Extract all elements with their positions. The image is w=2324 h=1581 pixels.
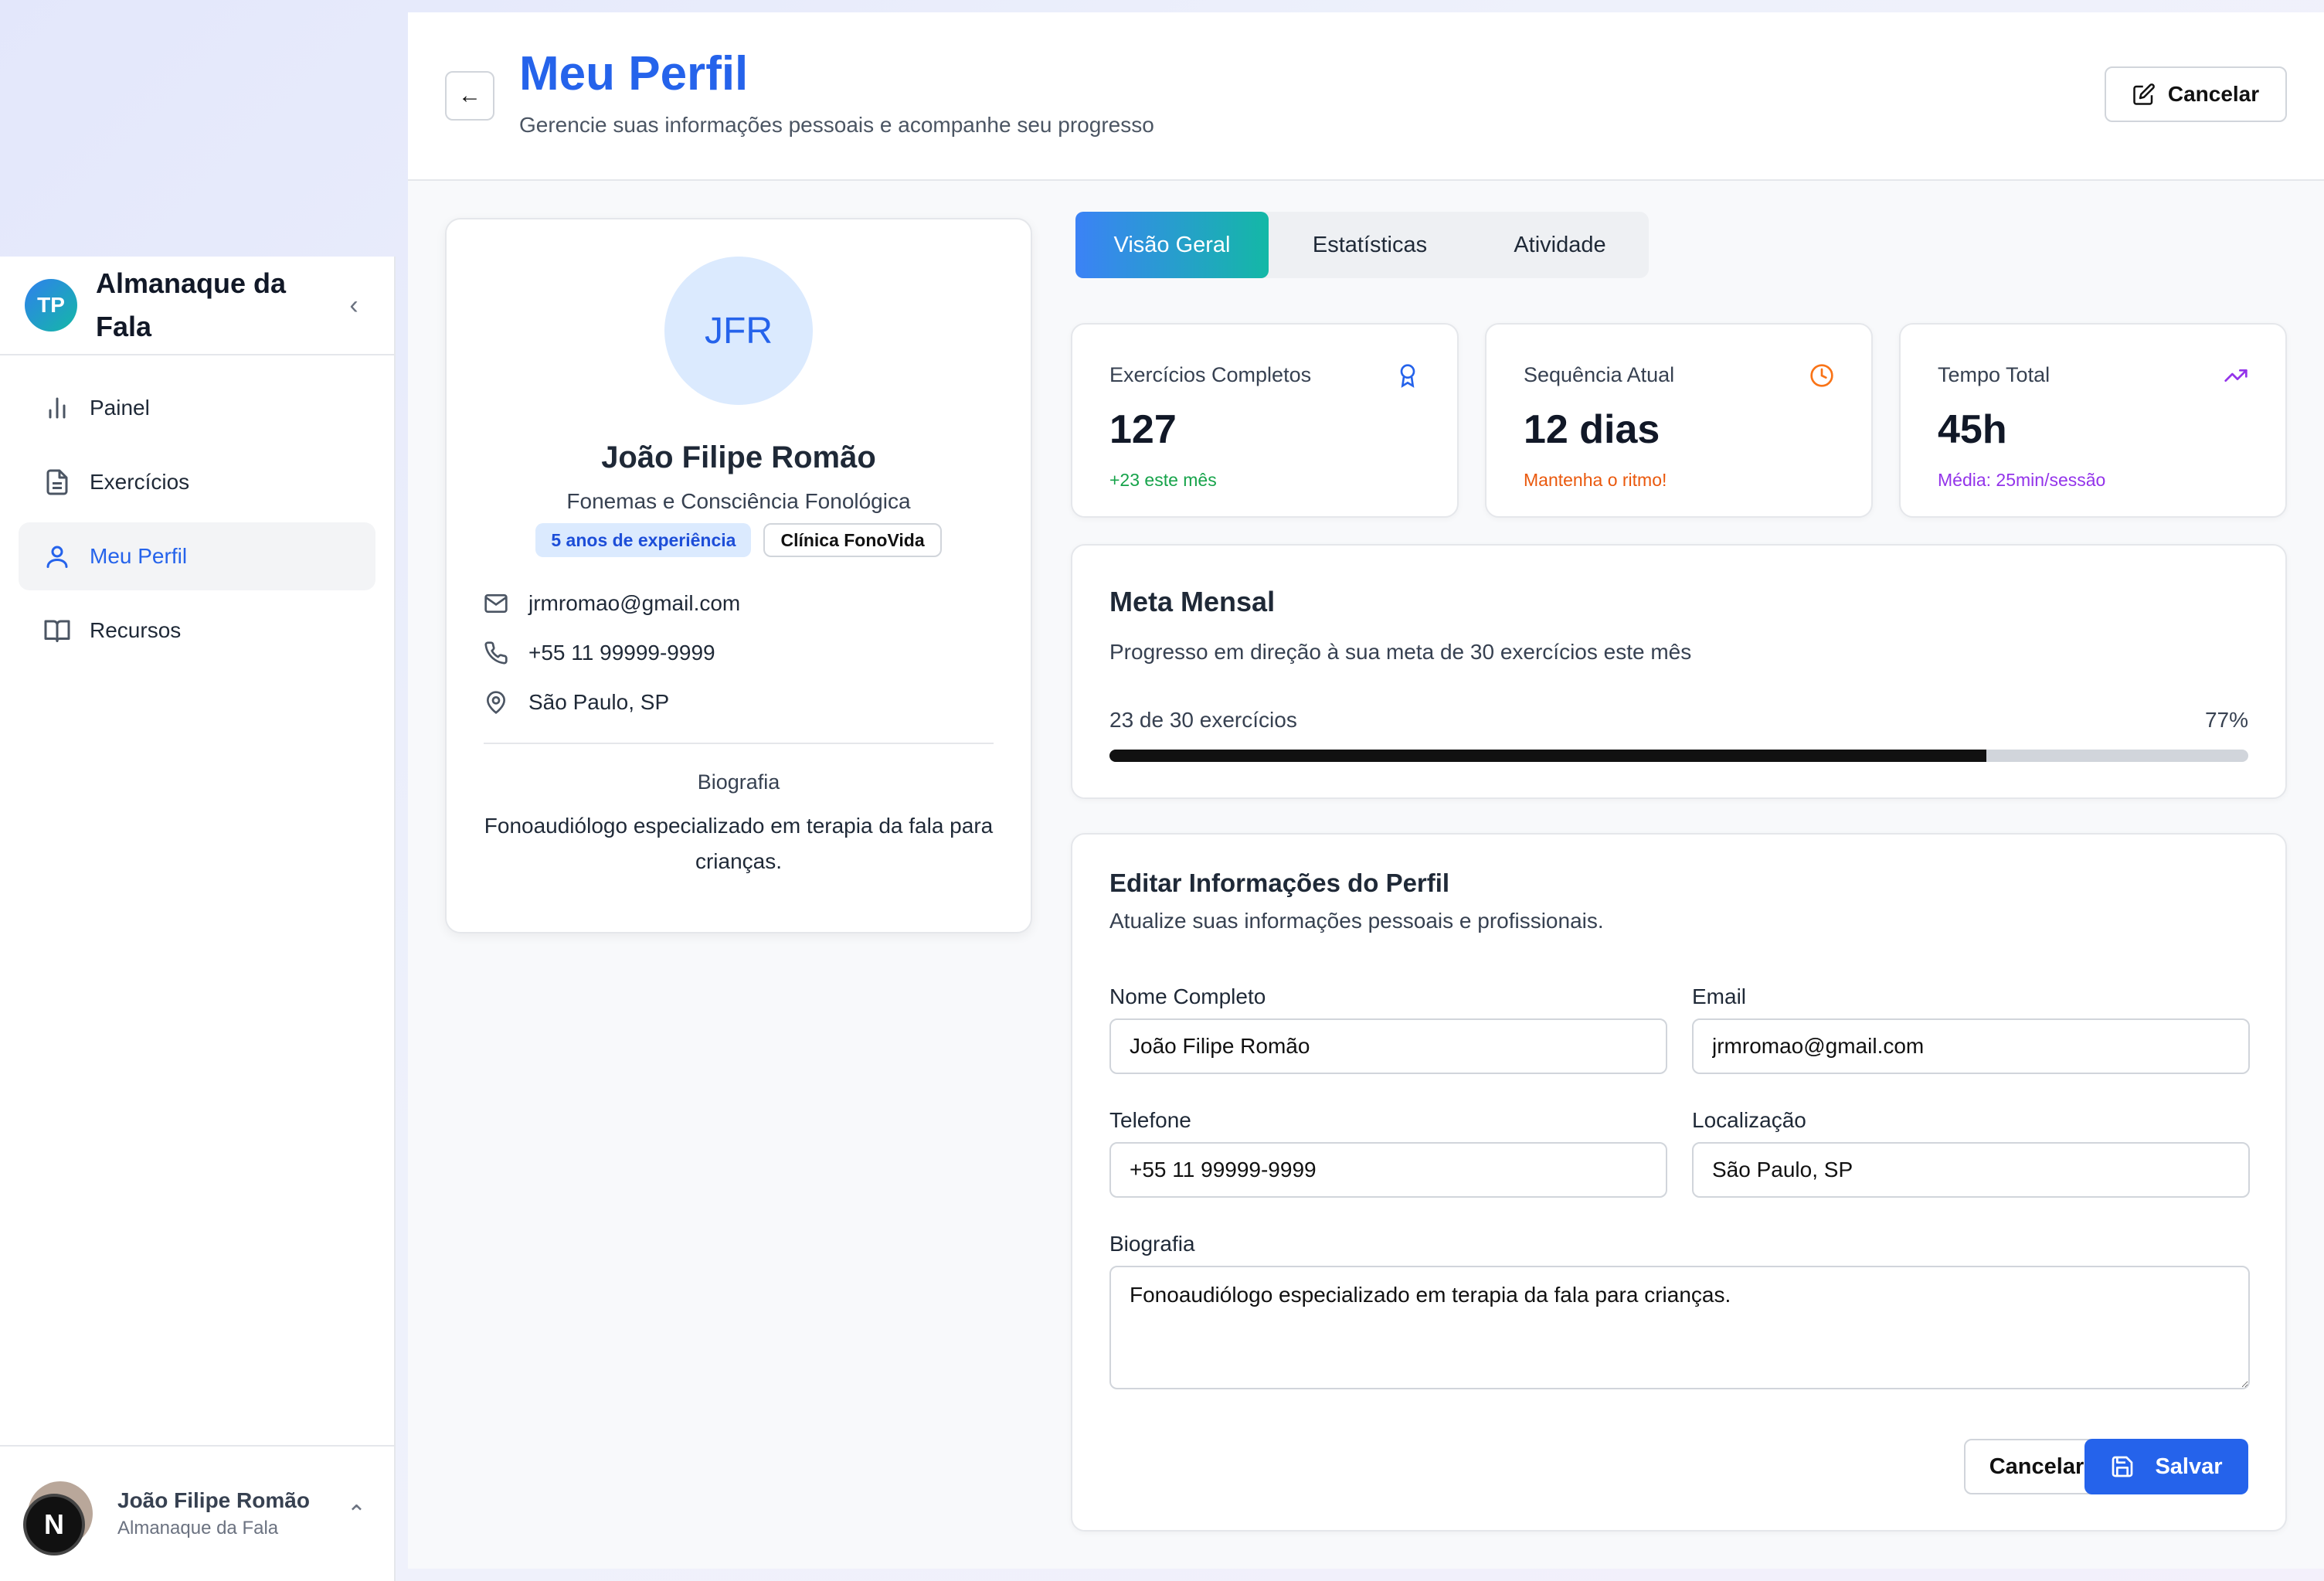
sidebar-header: TP Almanaque da Fala ‹ xyxy=(0,257,394,355)
header-cancel-label: Cancelar xyxy=(2167,82,2260,106)
sidebar-item-label: Exercícios xyxy=(90,470,190,494)
save-button[interactable]: Salvar xyxy=(2084,1439,2248,1494)
award-icon xyxy=(1400,364,1415,388)
stat-value: 45h xyxy=(1938,407,2007,452)
main-area: ← Meu Perfil Gerencie suas informações p… xyxy=(408,12,2324,1569)
bio-text: Fonoaudiólogo especializado em terapia d… xyxy=(484,814,994,873)
page-content: JFR João Filipe Romão Fonemas e Consciên… xyxy=(408,181,2324,1569)
stat-value: 127 xyxy=(1109,407,1177,452)
sidebar-item-meu-perfil[interactable]: Meu Perfil xyxy=(19,522,375,590)
name-field[interactable] xyxy=(1109,1018,1667,1074)
divider xyxy=(484,743,994,744)
stat-note: +23 este mês xyxy=(1109,470,1217,490)
profile-avatar: JFR xyxy=(664,257,813,405)
sidebar-nav: Painel Exercícios Meu Perfil Recursos xyxy=(0,355,394,665)
document-icon xyxy=(46,469,68,495)
goal-progress-bar xyxy=(1109,750,2248,762)
sidebar-item-painel[interactable]: Painel xyxy=(19,374,375,442)
app-logo: TP xyxy=(25,279,77,332)
contact-phone-text: +55 11 99999-9999 xyxy=(528,641,715,665)
sidebar-item-label: Painel xyxy=(90,396,150,420)
sidebar-item-exercicios[interactable]: Exercícios xyxy=(19,448,375,516)
user-info: João Filipe Romão Almanaque da Fala xyxy=(117,1488,310,1539)
map-pin-icon xyxy=(486,691,506,715)
sidebar-item-label: Recursos xyxy=(90,618,182,642)
stat-note: Mantenha o ritmo! xyxy=(1524,470,1667,490)
location-field[interactable] xyxy=(1692,1142,2250,1198)
avatar: N xyxy=(23,1481,93,1556)
app-name: Almanaque da Fala xyxy=(96,267,287,342)
goal-progress-fill xyxy=(1109,750,1986,762)
name-label: Nome Completo xyxy=(1109,984,1266,1008)
user-icon xyxy=(46,546,68,568)
profile-badges: 5 anos de experiência Clínica FonoVida xyxy=(447,523,1031,557)
bio-label: Biografia xyxy=(697,770,780,794)
location-label: Localização xyxy=(1692,1108,1806,1132)
phone-label: Telefone xyxy=(1109,1108,1191,1132)
contact-email-text: jrmromao@gmail.com xyxy=(528,591,741,615)
goal-count: 23 de 30 exercícios xyxy=(1109,708,1297,732)
user-menu[interactable]: N João Filipe Romão Almanaque da Fala ⌃ xyxy=(0,1445,394,1581)
stat-title: Sequência Atual xyxy=(1524,363,1675,386)
phone-field[interactable] xyxy=(1109,1142,1667,1198)
bio-field[interactable]: Fonoaudiólogo especializado em terapia d… xyxy=(1109,1266,2250,1389)
goal-percent: 77% xyxy=(2204,708,2248,732)
stat-card-exercicios: Exercícios Completos 127 +23 este mês xyxy=(1071,323,1459,518)
arrow-left-icon: ← xyxy=(458,83,481,108)
next-badge[interactable]: N xyxy=(23,1494,85,1556)
email-field[interactable] xyxy=(1692,1018,2250,1074)
tab-atividade[interactable]: Atividade xyxy=(1471,212,1649,278)
tab-estatisticas[interactable]: Estatísticas xyxy=(1269,212,1471,278)
edit-icon xyxy=(2133,83,2155,105)
page-subtitle: Gerencie suas informações pessoais e aco… xyxy=(519,113,1154,137)
phone-icon xyxy=(484,641,508,665)
header-cancel-button[interactable]: Cancelar xyxy=(2105,66,2287,122)
tab-visao-geral[interactable]: Visão Geral xyxy=(1075,212,1269,278)
stat-card-tempo: Tempo Total 45h Média: 25min/sessão xyxy=(1899,323,2287,518)
book-icon xyxy=(44,620,70,642)
sidebar-item-label: Meu Perfil xyxy=(90,544,188,568)
sidebar-item-recursos[interactable]: Recursos xyxy=(19,597,375,665)
clinic-badge: Clínica FonoVida xyxy=(763,523,942,557)
contact-email: jrmromao@gmail.com xyxy=(484,579,994,628)
trending-up-icon xyxy=(2224,369,2248,382)
user-name: João Filipe Romão xyxy=(117,1488,310,1512)
stat-title: Tempo Total xyxy=(1938,363,2050,386)
contact-phone: +55 11 99999-9999 xyxy=(484,628,994,678)
save-icon xyxy=(2112,1456,2133,1477)
goal-description: Progresso em direção à sua meta de 30 ex… xyxy=(1109,640,1692,664)
contact-location: São Paulo, SP xyxy=(484,678,994,727)
back-button[interactable]: ← xyxy=(445,71,494,121)
save-label: Salvar xyxy=(2155,1454,2223,1479)
bio-field-label: Biografia xyxy=(1109,1232,1195,1256)
profile-specialty: Fonemas e Consciência Fonológica xyxy=(566,489,911,513)
profile-tabs: Visão Geral Estatísticas Atividade xyxy=(1075,212,1649,278)
chevron-up-icon[interactable]: ⌃ xyxy=(347,1501,366,1528)
experience-badge: 5 anos de experiência xyxy=(535,523,752,557)
clock-icon xyxy=(1810,364,1833,387)
contact-location-text: São Paulo, SP xyxy=(528,690,670,714)
profile-name: João Filipe Romão xyxy=(601,440,876,474)
profile-contacts: jrmromao@gmail.com +55 11 99999-9999 São… xyxy=(447,579,1031,727)
page-title: Meu Perfil xyxy=(519,47,749,100)
page-header: ← Meu Perfil Gerencie suas informações p… xyxy=(408,12,2324,181)
stat-note: Média: 25min/sessão xyxy=(1938,470,2106,490)
collapse-sidebar-icon[interactable]: ‹ xyxy=(338,291,369,321)
goal-title: Meta Mensal xyxy=(1109,586,1276,617)
profile-card: JFR João Filipe Romão Fonemas e Consciên… xyxy=(445,218,1032,933)
sidebar: TP Almanaque da Fala ‹ Painel Exercícios… xyxy=(0,257,396,1581)
stat-card-sequencia: Sequência Atual 12 dias Mantenha o ritmo… xyxy=(1485,323,1873,518)
monthly-goal-card: Meta Mensal Progresso em direção à sua m… xyxy=(1071,544,2287,799)
edit-title: Editar Informações do Perfil xyxy=(1109,869,1450,897)
user-org: Almanaque da Fala xyxy=(117,1518,279,1538)
bar-chart-icon xyxy=(49,397,66,419)
stat-value: 12 dias xyxy=(1524,407,1660,452)
email-label: Email xyxy=(1692,984,1747,1008)
stat-title: Exercícios Completos xyxy=(1109,363,1312,386)
edit-description: Atualize suas informações pessoais e pro… xyxy=(1109,909,1604,933)
mail-icon xyxy=(484,594,508,613)
edit-profile-card: Editar Informações do Perfil Atualize su… xyxy=(1071,833,2287,1532)
